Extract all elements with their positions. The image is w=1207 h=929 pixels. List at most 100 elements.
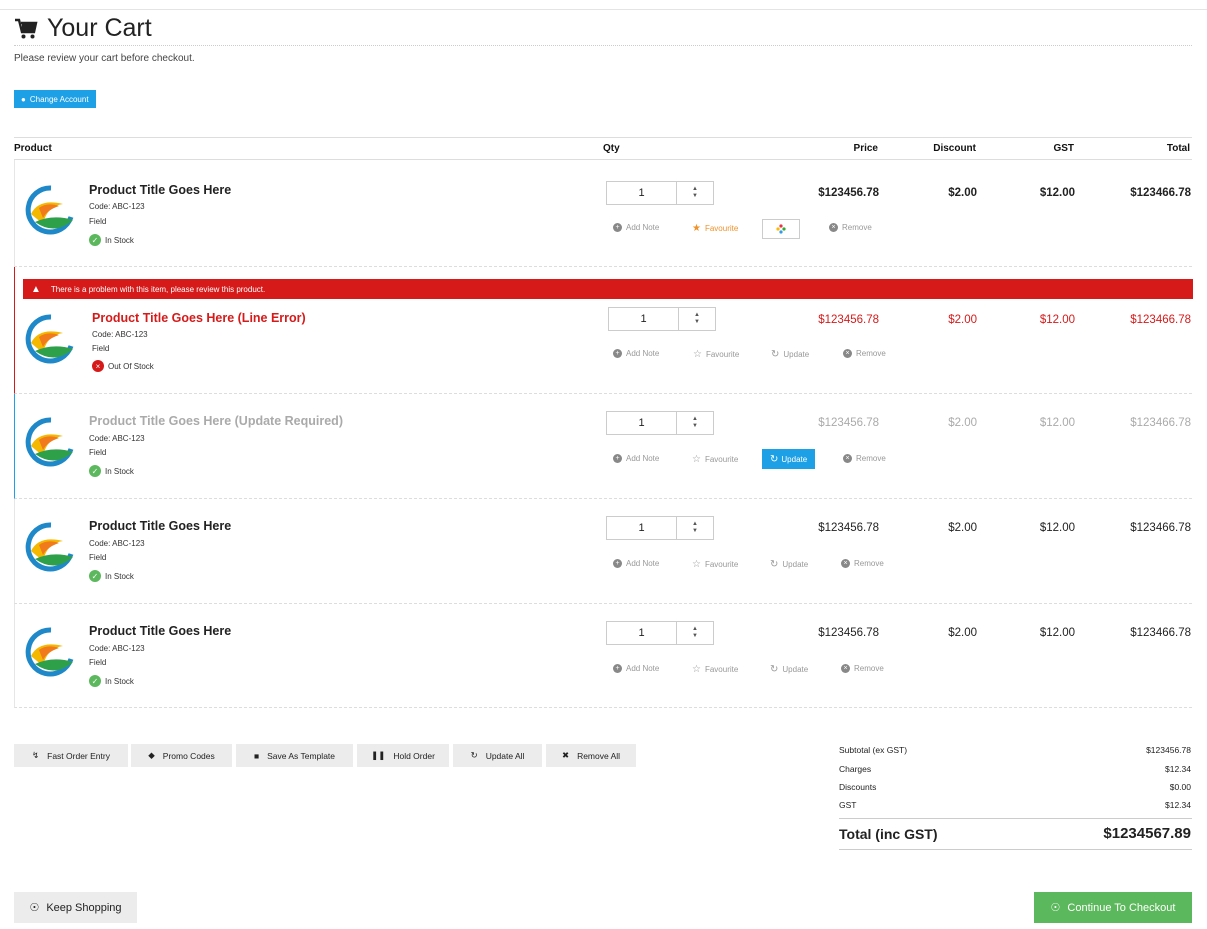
quantity-stepper[interactable]: 1 ▲ ▼ <box>606 411 714 435</box>
remove-action[interactable]: × Remove <box>841 664 884 673</box>
product-code: Code: ABC-123 <box>89 539 145 548</box>
product-title[interactable]: Product Title Goes Here (Update Required… <box>89 414 343 428</box>
change-account-label: Change Account <box>29 94 89 104</box>
page-subtitle: Please review your cart before checkout. <box>14 53 195 64</box>
update-label: Update <box>783 350 810 359</box>
product-image <box>25 416 77 468</box>
quantity-stepper[interactable]: 1 ▲ ▼ <box>606 621 714 645</box>
remove-action[interactable]: × Remove <box>843 454 886 463</box>
discount-value: $2.00 <box>948 187 977 199</box>
keep-shopping-button[interactable]: ☉ Keep Shopping <box>14 892 137 923</box>
chevron-down-icon[interactable]: ▼ <box>692 633 698 640</box>
price-value: $123456.78 <box>818 314 879 326</box>
quantity-input[interactable]: 1 <box>607 622 677 644</box>
favourite-action[interactable]: ☆ Favourite <box>692 559 738 570</box>
update-all-button[interactable]: ↻ Update All <box>453 744 542 767</box>
chevron-down-icon[interactable]: ▼ <box>692 193 698 200</box>
quantity-spinner[interactable]: ▲ ▼ <box>677 412 713 434</box>
title-divider <box>14 45 1192 46</box>
product-code: Code: ABC-123 <box>92 330 148 339</box>
add-note-action[interactable]: + Add Note <box>613 349 659 358</box>
remove-all-button[interactable]: ✖ Remove All <box>546 744 636 767</box>
save-as-template-button[interactable]: ■ Save As Template <box>236 744 353 767</box>
update-action[interactable]: ↻ Update <box>770 664 808 675</box>
stock-status: ✓ In Stock <box>89 465 134 477</box>
add-note-label: Add Note <box>626 559 660 568</box>
gst-value: $12.00 <box>1039 187 1075 199</box>
chevron-up-icon[interactable]: ▲ <box>692 186 698 193</box>
quantity-spinner[interactable]: ▲ ▼ <box>677 517 713 539</box>
quantity-stepper[interactable]: 1 ▲ ▼ <box>606 516 714 540</box>
change-account-button[interactable]: ● Change Account <box>14 90 96 108</box>
chevron-down-icon[interactable]: ▼ <box>692 423 698 430</box>
add-note-action[interactable]: + Add Note <box>613 223 659 232</box>
quantity-input[interactable]: 1 <box>607 517 677 539</box>
discounts-value: $0.00 <box>1169 782 1191 792</box>
hold-order-button[interactable]: ❚❚ Hold Order <box>357 744 449 767</box>
add-note-action[interactable]: + Add Note <box>613 664 659 673</box>
product-title[interactable]: Product Title Goes Here <box>89 183 231 197</box>
product-title[interactable]: Product Title Goes Here <box>89 519 231 533</box>
update-button[interactable]: ↻ Update <box>762 449 816 469</box>
charges-value: $12.34 <box>1165 764 1191 774</box>
chevron-down-icon[interactable]: ▼ <box>692 528 698 535</box>
quantity-input[interactable]: 1 <box>609 308 679 330</box>
product-title[interactable]: Product Title Goes Here <box>89 624 231 638</box>
favourite-action[interactable]: ★ Favourite <box>692 223 738 234</box>
add-note-action[interactable]: + Add Note <box>613 559 659 568</box>
quantity-spinner[interactable]: ▲ ▼ <box>677 182 713 204</box>
fast-order-entry-button[interactable]: ↯ Fast Order Entry <box>14 744 128 767</box>
add-note-action[interactable]: + Add Note <box>613 454 659 463</box>
chevron-up-icon[interactable]: ▲ <box>692 416 698 423</box>
update-action[interactable]: ↻ Update <box>770 559 808 570</box>
remove-label: Remove <box>856 349 886 358</box>
favourite-action[interactable]: ☆ Favourite <box>692 664 738 675</box>
quantity-stepper[interactable]: 1 ▲ ▼ <box>608 307 716 331</box>
gst-value: $12.00 <box>1039 627 1075 639</box>
out-of-stock-icon: × <box>92 360 104 372</box>
fast-order-entry-label: Fast Order Entry <box>47 750 110 761</box>
cart-item-row: Product Title Goes Here Code: ABC-123 Fi… <box>14 499 1192 604</box>
chevron-up-icon[interactable]: ▲ <box>692 626 698 633</box>
shield-icon: ● <box>21 94 26 104</box>
chevron-up-icon[interactable]: ▲ <box>692 521 698 528</box>
promo-codes-label: Promo Codes <box>162 750 215 761</box>
quantity-spinner[interactable]: ▲ ▼ <box>679 308 715 330</box>
quantity-input[interactable]: 1 <box>607 182 677 204</box>
quantity-spinner[interactable]: ▲ ▼ <box>677 622 713 644</box>
product-image <box>25 521 77 573</box>
stock-label: In Stock <box>105 466 134 476</box>
remove-action[interactable]: × Remove <box>843 349 886 358</box>
product-code: Code: ABC-123 <box>89 434 145 443</box>
update-all-label: Update All <box>485 750 525 761</box>
chevron-up-icon[interactable]: ▲ <box>694 312 700 319</box>
error-banner: ▲ There is a problem with this item, ple… <box>23 279 1193 299</box>
summary-divider <box>839 818 1192 819</box>
subtotal-label: Subtotal (ex GST) <box>839 745 908 755</box>
summary-bottom-divider <box>839 849 1192 850</box>
remove-action[interactable]: × Remove <box>841 559 884 568</box>
star-outline-icon: ☆ <box>693 349 702 360</box>
update-square-button[interactable] <box>762 219 800 239</box>
total-value: $123466.78 <box>1130 187 1191 199</box>
product-title[interactable]: Product Title Goes Here (Line Error) <box>92 311 306 325</box>
col-header-discount: Discount <box>933 143 976 154</box>
gst-summary-value: $12.34 <box>1165 800 1191 810</box>
update-label: Update <box>782 665 809 674</box>
stock-status: ✓ In Stock <box>89 570 134 582</box>
chevron-down-icon[interactable]: ▼ <box>694 319 700 326</box>
quantity-input[interactable]: 1 <box>607 412 677 434</box>
remove-circle-icon: × <box>829 223 838 232</box>
continue-to-checkout-button[interactable]: ☉ Continue To Checkout <box>1034 892 1192 923</box>
refresh-icon: ↻ <box>470 750 478 760</box>
remove-label: Remove <box>856 454 886 463</box>
favourite-action[interactable]: ☆ Favourite <box>693 349 739 360</box>
total-value: $123466.78 <box>1130 627 1191 639</box>
favourite-action[interactable]: ☆ Favourite <box>692 454 738 465</box>
promo-codes-button[interactable]: ◆ Promo Codes <box>131 744 232 767</box>
refresh-icon: ↻ <box>770 559 779 570</box>
add-note-label: Add Note <box>626 664 660 673</box>
quantity-stepper[interactable]: 1 ▲ ▼ <box>606 181 714 205</box>
remove-action[interactable]: × Remove <box>829 223 872 232</box>
update-action[interactable]: ↻ Update <box>771 349 809 360</box>
